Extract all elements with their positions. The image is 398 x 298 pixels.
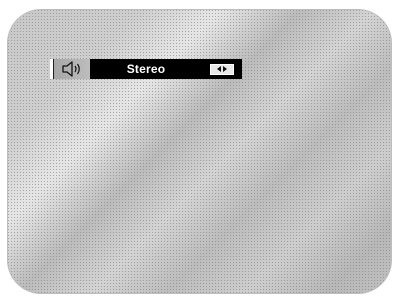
audio-mode-label: Stereo bbox=[90, 59, 202, 79]
right-arrow-icon[interactable] bbox=[223, 66, 227, 72]
left-right-arrows-icon[interactable] bbox=[210, 63, 234, 75]
speaker-icon-graphic bbox=[62, 61, 80, 77]
left-arrow-icon[interactable] bbox=[217, 66, 221, 72]
audio-mode-osd-bar: Stereo bbox=[50, 59, 242, 79]
audio-mode-selector[interactable] bbox=[202, 59, 242, 79]
tv-screen: Stereo bbox=[7, 9, 392, 294]
speaker-icon bbox=[54, 59, 90, 79]
